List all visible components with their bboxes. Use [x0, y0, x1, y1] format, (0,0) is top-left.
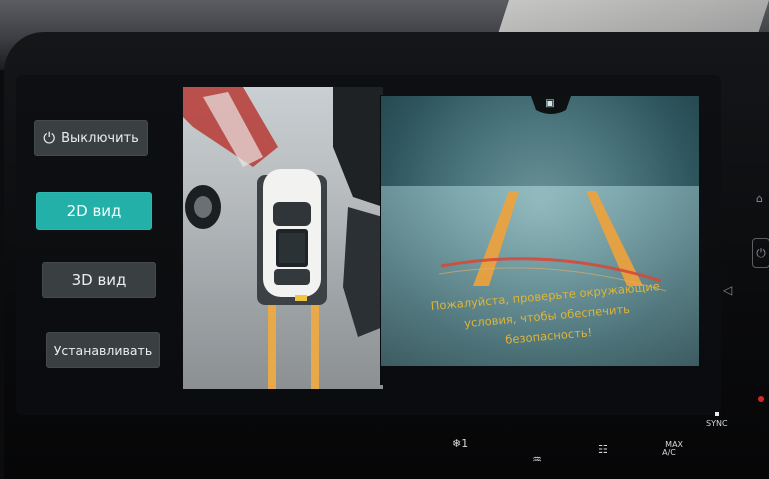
view-2d-button[interactable]: 2D вид: [36, 192, 152, 230]
fan-icon: ❄: [452, 437, 462, 450]
camera-icon[interactable]: ▣: [536, 98, 564, 112]
settings-label: Устанавливать: [53, 342, 153, 358]
fan-level: 1: [461, 437, 469, 450]
front-defrost-icon: ♒: [532, 453, 542, 466]
fan-control[interactable]: ❄1: [452, 437, 469, 450]
home-icon[interactable]: ⌂: [756, 192, 763, 205]
power-off-button[interactable]: ⏻ Выключить: [34, 120, 148, 156]
sync-label: SYNC: [706, 419, 728, 428]
view-2d-label: 2D вид: [66, 202, 122, 220]
photo-scene: ⏻ Выключить 2D вид 3D вид Устанавливать: [0, 0, 769, 479]
power-icon: ⏻: [43, 128, 56, 147]
max-ac-button[interactable]: MAX A/C: [655, 433, 683, 465]
status-light: [758, 396, 764, 402]
power-off-label: Выключить: [61, 130, 139, 146]
rear-defrost-icon: ☷: [598, 443, 608, 456]
sync-button[interactable]: SYNC: [706, 412, 728, 428]
max-ac-label: MAX A/C: [662, 440, 684, 457]
settings-button[interactable]: Устанавливать: [46, 332, 160, 368]
view-3d-label: 3D вид: [71, 271, 127, 289]
birdseye-image: [183, 87, 383, 389]
birdseye-camera-view[interactable]: [183, 87, 383, 389]
sync-indicator: [714, 412, 719, 416]
power-hard-icon[interactable]: ⏻: [752, 238, 769, 268]
rear-defrost-button[interactable]: ☷: [598, 443, 608, 456]
front-defrost-button[interactable]: ♒: [532, 453, 542, 466]
view-3d-button[interactable]: 3D вид: [42, 262, 156, 298]
volume-icon[interactable]: ◁: [723, 283, 732, 297]
